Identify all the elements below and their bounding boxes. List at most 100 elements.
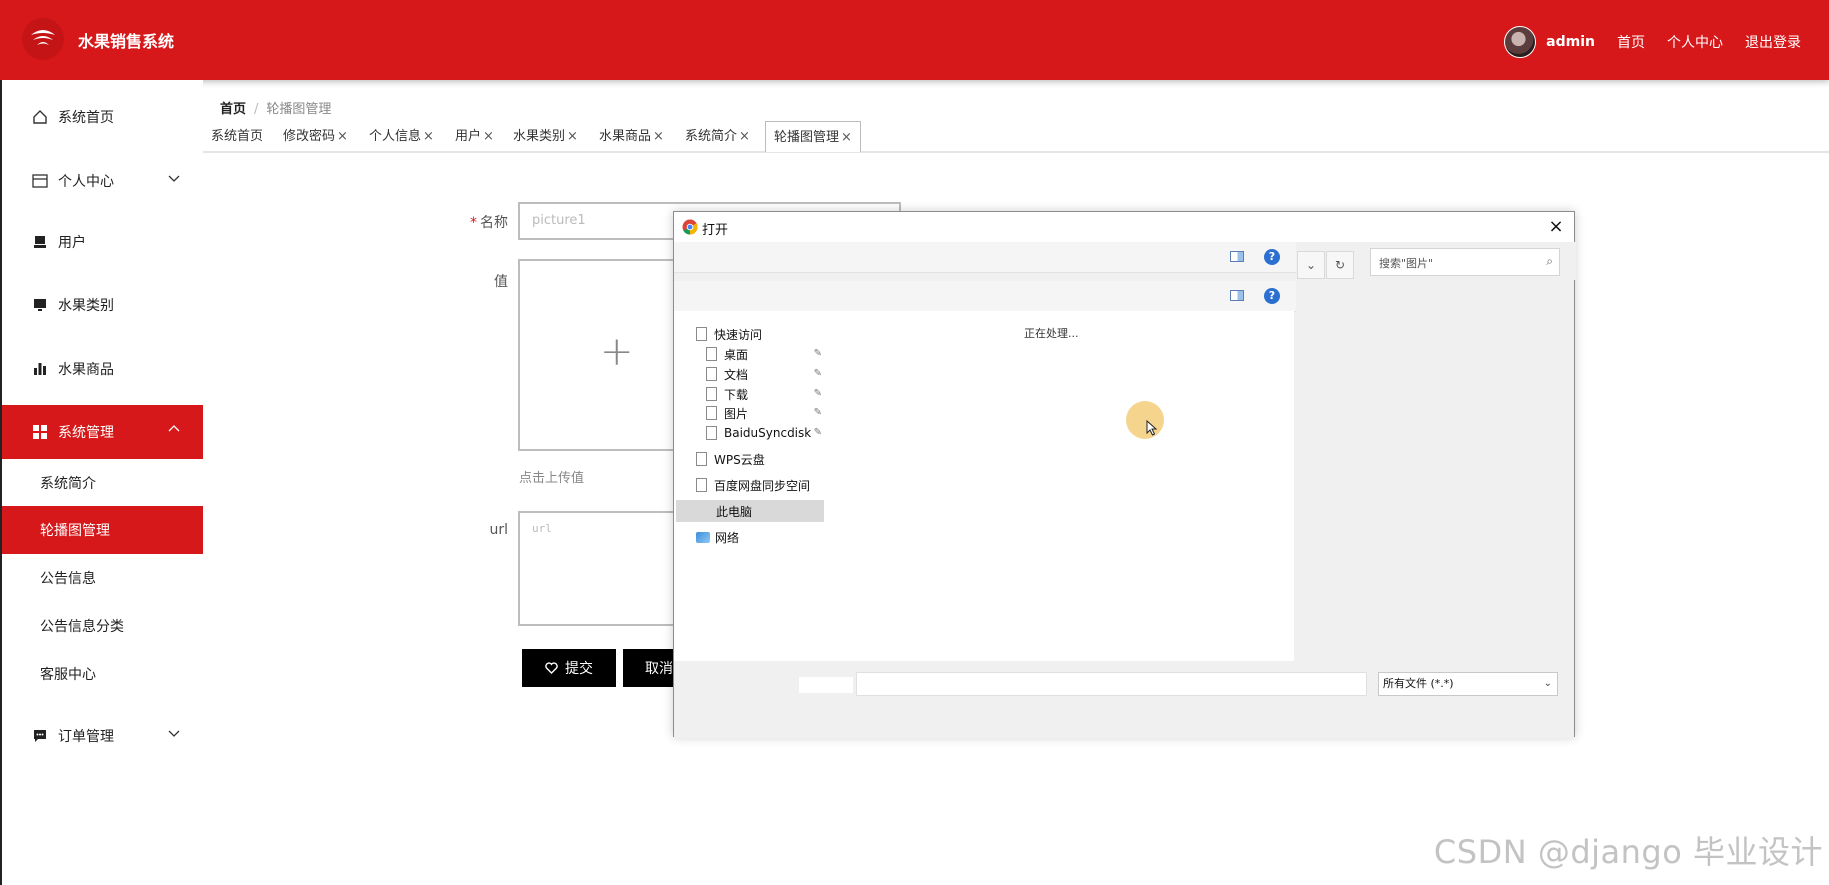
nav-baidu-netdisk[interactable]: 百度网盘同步空间 xyxy=(696,474,824,496)
close-icon[interactable]: × xyxy=(483,129,494,144)
breadcrumb-home[interactable]: 首页 xyxy=(220,102,246,117)
sidebar-item-users[interactable]: 用户 xyxy=(2,216,203,268)
file-list-pane[interactable]: 正在处理... xyxy=(826,311,1294,661)
folder-icon xyxy=(706,347,717,361)
network-icon xyxy=(696,531,710,543)
filename-input[interactable] xyxy=(856,672,1367,696)
close-icon[interactable]: × xyxy=(337,129,348,144)
nav-network[interactable]: 网络 xyxy=(696,526,824,548)
search-input[interactable]: 搜索"图片" ⌕ xyxy=(1370,248,1560,276)
home-icon xyxy=(32,109,48,125)
dialog-bottom-bar: 所有文件 (*.*) ⌄ xyxy=(674,661,1574,738)
preview-pane-icon[interactable] xyxy=(1230,290,1244,301)
close-icon[interactable]: × xyxy=(1544,215,1568,239)
avatar[interactable] xyxy=(1504,26,1537,58)
submit-button[interactable]: 提交 xyxy=(522,649,616,687)
search-icon: ⌕ xyxy=(1546,254,1553,268)
sidebar-item-label: 水果商品 xyxy=(58,362,114,378)
nav-documents[interactable]: 文档 ✎ xyxy=(706,363,824,385)
help-icon[interactable]: ? xyxy=(1264,249,1280,265)
close-icon[interactable]: × xyxy=(841,130,852,145)
sidebar-item-profile[interactable]: 个人中心 xyxy=(2,155,203,207)
close-icon[interactable]: × xyxy=(423,129,434,144)
sidebar-item-label: 个人中心 xyxy=(58,174,114,190)
tab-home[interactable]: 系统首页 xyxy=(203,121,271,151)
chevron-up-icon xyxy=(168,425,180,432)
nav-wps-cloud[interactable]: WPS云盘 xyxy=(696,448,824,470)
sidebar-subitem-service[interactable]: 客服中心 xyxy=(2,651,203,697)
preview-pane-icon[interactable] xyxy=(1230,251,1244,262)
tab-label: 水果类别 xyxy=(513,129,566,144)
dialog-toolbar: ? xyxy=(674,242,1296,273)
sidebar-item-orders[interactable]: 订单管理 xyxy=(2,710,203,762)
pin-icon: ✎ xyxy=(813,348,822,359)
dialog-toolbar-secondary: ? xyxy=(674,281,1296,312)
top-bar: 水果销售系统 admin 首页 个人中心 退出登录 xyxy=(0,0,1829,80)
search-placeholder: 搜索"图片" xyxy=(1379,257,1434,270)
logout-link[interactable]: 退出登录 xyxy=(1745,32,1801,52)
sidebar-item-label: 系统首页 xyxy=(58,110,114,126)
nav-quick-access[interactable]: 快速访问 xyxy=(696,323,824,345)
sidebar-item-home[interactable]: 系统首页 xyxy=(2,91,203,143)
tab-users[interactable]: 用户 × xyxy=(447,121,502,151)
close-icon[interactable]: × xyxy=(739,129,750,144)
nav-profile-link[interactable]: 个人中心 xyxy=(1667,32,1723,52)
chrome-icon xyxy=(682,219,698,235)
tab-system-intro[interactable]: 系统简介 × xyxy=(677,121,758,151)
tab-carousel[interactable]: 轮播图管理 × xyxy=(765,121,861,152)
chat-icon xyxy=(32,728,48,744)
sidebar-item-fruit-category[interactable]: 水果类别 xyxy=(2,279,203,331)
tab-fruit-products[interactable]: 水果商品 × xyxy=(591,121,672,151)
tab-label: 修改密码 xyxy=(283,129,336,144)
help-icon[interactable]: ? xyxy=(1264,288,1280,304)
sidebar-subitem-intro[interactable]: 系统简介 xyxy=(2,460,203,506)
refresh-icon[interactable]: ↻ xyxy=(1326,251,1354,279)
folder-icon xyxy=(696,478,707,492)
nav-this-pc[interactable]: 此电脑 xyxy=(676,500,824,522)
tab-fruit-category[interactable]: 水果类别 × xyxy=(505,121,586,151)
tab-label: 系统首页 xyxy=(211,129,264,144)
chevron-down-icon xyxy=(168,175,180,182)
name-label: * 名称 xyxy=(470,215,508,231)
sidebar-subitem-notice-category[interactable]: 公告信息分类 xyxy=(2,603,203,649)
nav-baidusyncdisk[interactable]: BaiduSyncdisk ✎ xyxy=(706,422,824,444)
navigation-pane: 快速访问 桌面 ✎ 文档 ✎ 下载 ✎ 图片 ✎ BaiduSyncdisk ✎ WPS云… xyxy=(674,311,827,661)
close-icon[interactable]: × xyxy=(567,129,578,144)
folder-icon xyxy=(706,387,717,401)
nav-pictures[interactable]: 图片 ✎ xyxy=(706,402,824,424)
chevron-down-icon: ⌄ xyxy=(1543,678,1552,689)
sidebar-subitem-notice[interactable]: 公告信息 xyxy=(2,555,203,601)
folder-icon xyxy=(696,452,707,466)
chevron-down-icon[interactable]: ⌄ xyxy=(1297,251,1325,279)
nav-desktop[interactable]: 桌面 ✎ xyxy=(706,343,824,365)
sidebar-item-fruit-products[interactable]: 水果商品 xyxy=(2,343,203,395)
name-input-value: picture1 xyxy=(532,213,586,228)
processing-status: 正在处理... xyxy=(1024,327,1079,340)
pin-icon: ✎ xyxy=(813,407,822,418)
bar-chart-icon xyxy=(32,361,48,377)
sidebar-item-system[interactable]: 系统管理 xyxy=(2,405,203,459)
tab-label: 水果商品 xyxy=(599,129,652,144)
plus-icon: + xyxy=(600,329,634,375)
tab-bar: 系统首页 修改密码 × 个人信息 × 用户 × 水果类别 × 水果商品 × 系统简介 × 轮… xyxy=(203,121,1829,153)
tab-label: 轮播图管理 xyxy=(774,130,840,145)
folder-icon xyxy=(706,367,717,381)
breadcrumb: 首页 / 轮播图管理 xyxy=(220,98,331,117)
close-icon[interactable]: × xyxy=(653,129,664,144)
folder-icon xyxy=(696,327,707,341)
sidebar-subitem-carousel[interactable]: 轮播图管理 xyxy=(2,506,203,554)
watermark: CSDN @django 毕业设计 xyxy=(1433,833,1823,871)
tab-change-password[interactable]: 修改密码 × xyxy=(275,121,356,151)
grid-icon xyxy=(32,424,48,440)
tab-profile[interactable]: 个人信息 × xyxy=(361,121,442,151)
tab-label: 用户 xyxy=(455,129,482,144)
username: admin xyxy=(1546,34,1595,50)
filename-label xyxy=(799,677,853,693)
cursor-highlight xyxy=(1126,401,1164,439)
file-type-select[interactable]: 所有文件 (*.*) ⌄ xyxy=(1378,672,1558,696)
pin-icon: ✎ xyxy=(813,368,822,379)
sidebar-item-label: 系统管理 xyxy=(58,425,114,441)
card-icon xyxy=(32,173,48,189)
sidebar: 系统首页 个人中心 用户 水果类别 水果商品 系统管理 系统简介 轮播图管理 公… xyxy=(0,80,203,885)
nav-home-link[interactable]: 首页 xyxy=(1617,32,1645,52)
